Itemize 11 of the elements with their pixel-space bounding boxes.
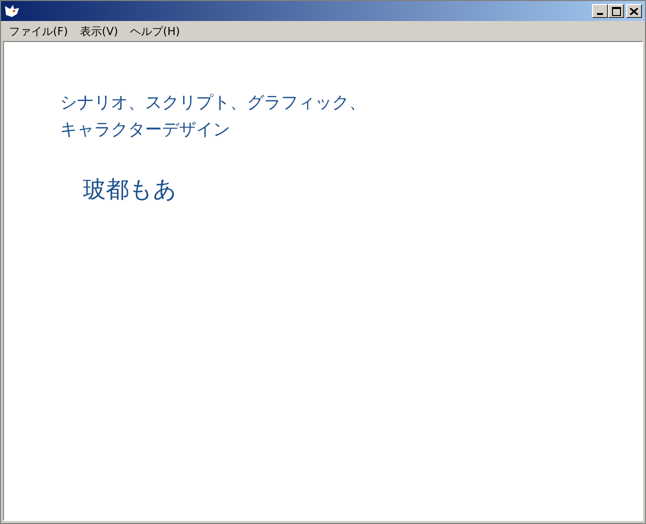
window-control-button[interactable] (592, 4, 608, 18)
close-icon (630, 8, 638, 14)
credit-role-text: シナリオ、スクリプト、グラフィック、 キャラクターデザイン (60, 92, 367, 142)
menu-item[interactable]: 表示(V) (76, 22, 122, 40)
credit-name-text: 玻都もあ (83, 176, 178, 205)
window-control-button[interactable] (608, 4, 624, 18)
maximize-icon (612, 6, 620, 16)
app-logo-icon (4, 4, 20, 18)
menu-item[interactable]: ヘルプ(H) (126, 22, 184, 40)
window-control-button[interactable] (626, 4, 642, 18)
menu-item[interactable]: ファイル(F) (5, 22, 72, 40)
